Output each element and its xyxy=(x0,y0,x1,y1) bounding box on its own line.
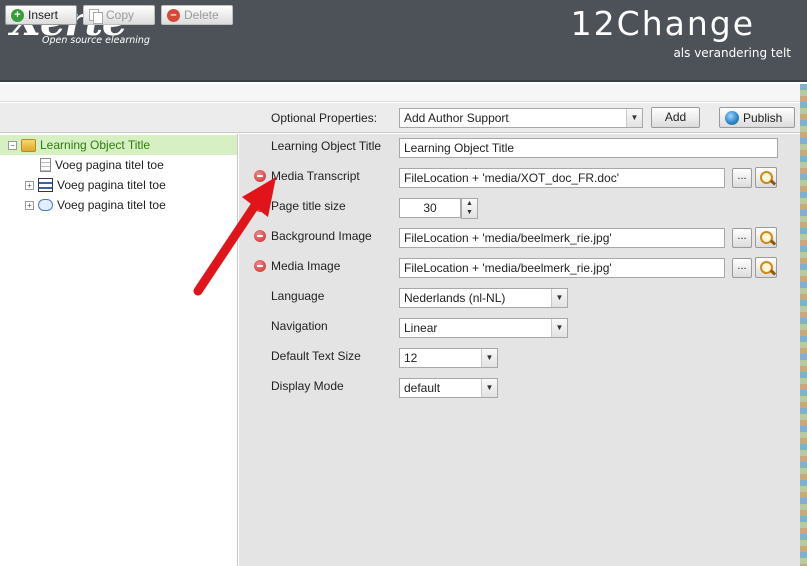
learning-object-title-label: Learning Object Title xyxy=(271,139,382,153)
publish-button[interactable]: Publish xyxy=(719,107,795,128)
page-title-size-stepper[interactable]: ▲ ▼ xyxy=(461,198,478,219)
expand-icon[interactable]: + xyxy=(25,200,34,210)
default-text-size-select[interactable]: 12 ▼ xyxy=(399,348,498,368)
tree-item-label: Voeg pagina titel toe xyxy=(57,178,166,192)
media-transcript-input[interactable]: FileLocation + 'media/XOT_doc_FR.doc' xyxy=(399,168,725,188)
logo-tagline: Open source elearning xyxy=(42,35,150,46)
browse-button[interactable]: ... xyxy=(732,228,752,248)
copy-button-label: Copy xyxy=(106,8,135,22)
brand-subtitle: als verandering telt xyxy=(673,46,791,60)
preview-search-icon[interactable] xyxy=(755,257,777,278)
list-page-icon xyxy=(38,178,53,192)
optional-properties-label: Optional Properties: xyxy=(271,111,378,125)
preview-search-icon[interactable] xyxy=(755,227,777,248)
plus-icon: + xyxy=(11,8,24,22)
chevron-down-icon: ▼ xyxy=(551,289,567,307)
collapse-icon[interactable]: − xyxy=(8,140,17,150)
navigation-select[interactable]: Linear ▼ xyxy=(399,318,568,338)
learning-object-title-input[interactable]: Learning Object Title xyxy=(399,138,778,158)
arrow-shaft xyxy=(193,196,263,296)
tree-item-label: Voeg pagina titel toe xyxy=(55,158,164,172)
copy-icon xyxy=(89,8,103,24)
delete-button-label: Delete xyxy=(184,8,219,22)
background-image-input[interactable]: FileLocation + 'media/beelmerk_rie.jpg' xyxy=(399,228,725,248)
brand-title: 12Change xyxy=(570,4,755,43)
learning-object-icon xyxy=(21,138,36,152)
globe-icon xyxy=(725,110,739,125)
chevron-down-icon: ▼ xyxy=(481,349,497,367)
expand-icon[interactable]: + xyxy=(25,180,34,190)
optional-properties-value: Add Author Support xyxy=(404,111,509,125)
optional-properties-select[interactable]: Add Author Support ▼ xyxy=(399,108,643,128)
navigation-value: Linear xyxy=(404,321,438,335)
chevron-down-icon: ▼ xyxy=(551,319,567,337)
display-mode-select[interactable]: default ▼ xyxy=(399,378,498,398)
page-icon xyxy=(40,158,51,172)
tree-item-page-2[interactable]: + Voeg pagina titel toe xyxy=(25,175,166,195)
display-mode-value: default xyxy=(404,381,441,395)
add-button[interactable]: Add xyxy=(651,107,700,128)
page-title-size-input[interactable]: 30 xyxy=(399,198,461,218)
media-transcript-label: Media Transcript xyxy=(271,169,360,183)
tree-item-page-1[interactable]: Voeg pagina titel toe xyxy=(40,155,164,175)
tree-item-page-3[interactable]: + Voeg pagina titel toe xyxy=(25,195,166,215)
insert-button-label: Insert xyxy=(28,8,59,22)
tree-item-label: Voeg pagina titel toe xyxy=(57,198,166,212)
default-text-size-label: Default Text Size xyxy=(271,349,361,363)
preview-search-icon[interactable] xyxy=(755,167,777,188)
chevron-down-icon: ▼ xyxy=(626,109,642,127)
display-mode-label: Display Mode xyxy=(271,379,344,393)
media-image-label: Media Image xyxy=(271,259,341,273)
tree-root-label: Learning Object Title xyxy=(40,138,151,152)
red-arrow-annotation xyxy=(193,177,276,296)
browse-button[interactable]: ... xyxy=(732,258,752,278)
header-strip xyxy=(0,84,800,102)
insert-button[interactable]: + Insert xyxy=(5,5,77,25)
media-image-input[interactable]: FileLocation + 'media/beelmerk_rie.jpg' xyxy=(399,258,725,278)
navigation-label: Navigation xyxy=(271,319,328,333)
language-select[interactable]: Nederlands (nl-NL) ▼ xyxy=(399,288,568,308)
browse-button[interactable]: ... xyxy=(732,168,752,188)
chat-page-icon xyxy=(38,199,53,211)
delete-button[interactable]: – Delete xyxy=(161,5,233,25)
language-value: Nederlands (nl-NL) xyxy=(404,291,506,305)
minus-icon: – xyxy=(167,8,180,22)
page-title-size-label: Page title size xyxy=(271,199,346,213)
copy-button[interactable]: Copy xyxy=(83,5,155,25)
default-text-size-value: 12 xyxy=(404,351,418,365)
tree-item-root[interactable]: − Learning Object Title xyxy=(0,135,237,155)
background-edge xyxy=(800,84,807,566)
chevron-down-icon: ▼ xyxy=(481,379,497,397)
publish-button-label: Publish xyxy=(743,110,783,125)
background-image-label: Background Image xyxy=(271,229,372,243)
